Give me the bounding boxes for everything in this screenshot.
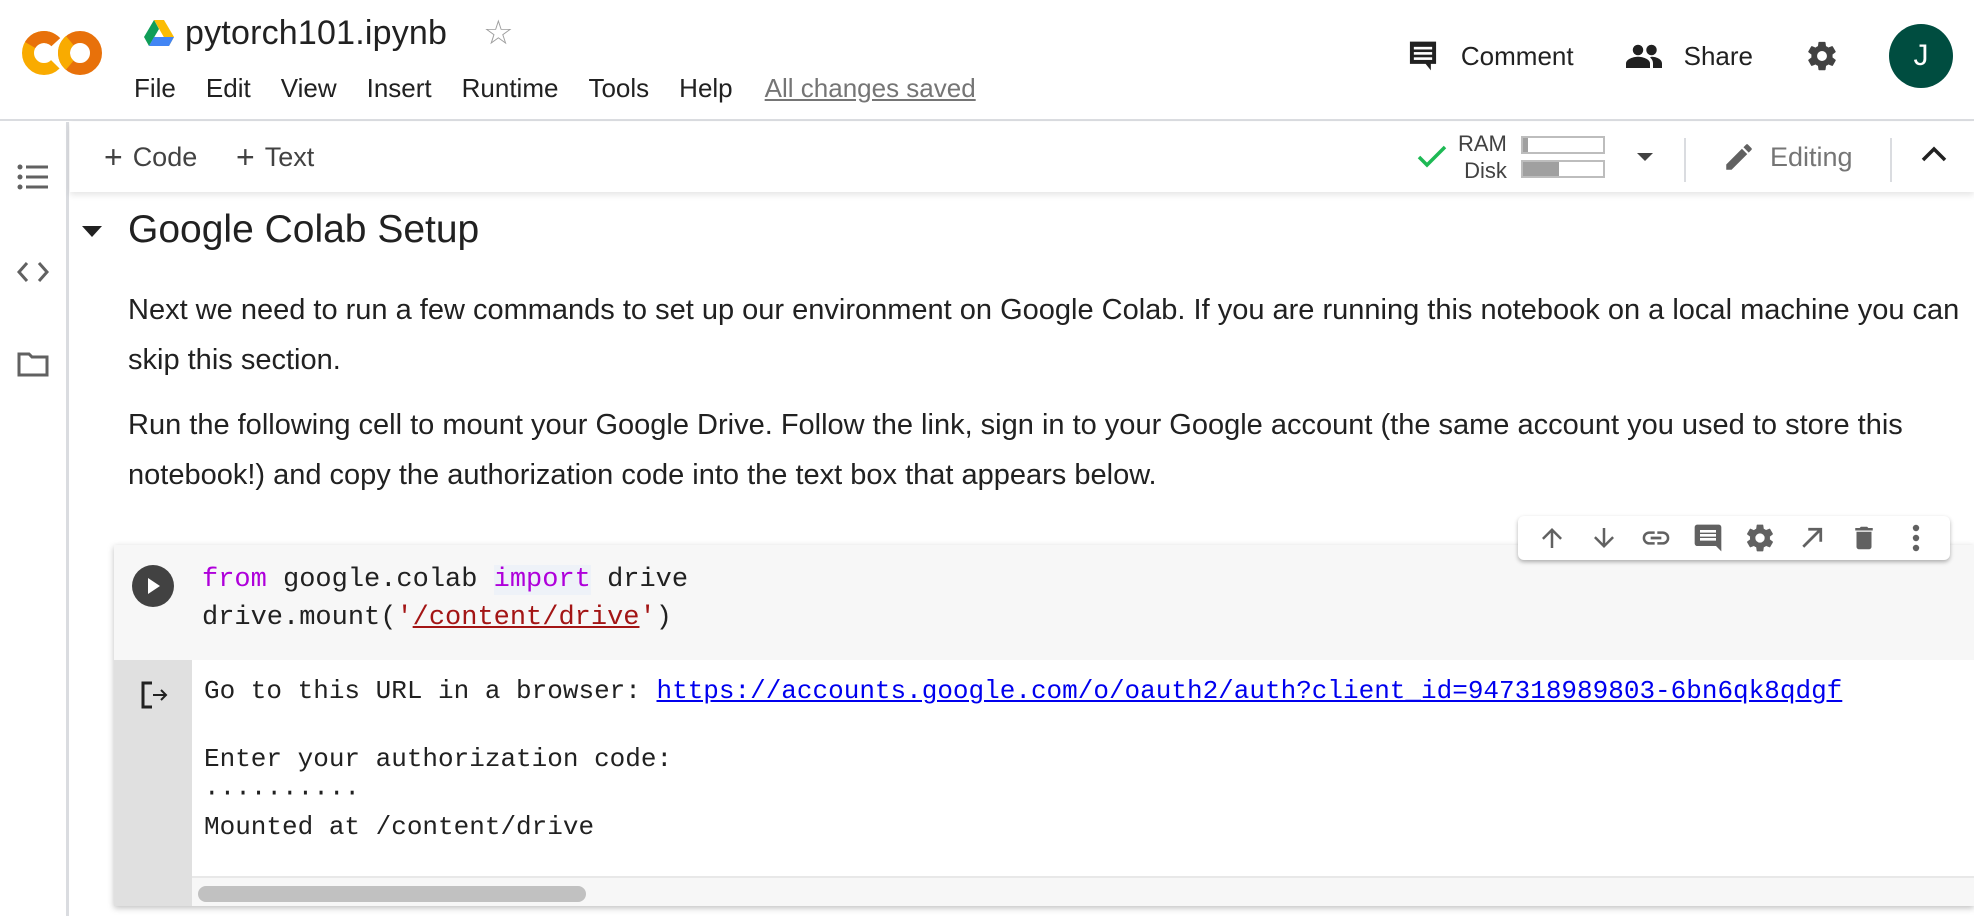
output-result: Mounted at /content/drive xyxy=(204,812,595,842)
menu-edit[interactable]: Edit xyxy=(206,73,251,104)
menu-file[interactable]: File xyxy=(134,73,176,104)
settings-button[interactable] xyxy=(1805,39,1839,73)
code-string-quote: ' xyxy=(396,603,413,633)
editing-mode-button[interactable]: Editing xyxy=(1722,136,1853,178)
move-down-icon[interactable] xyxy=(1585,519,1623,557)
menu-tools[interactable]: Tools xyxy=(588,73,649,104)
chevron-up-icon xyxy=(1921,146,1947,162)
share-button[interactable]: Share xyxy=(1625,40,1753,72)
people-icon xyxy=(1625,44,1662,68)
title-row: pytorch101.ipynb ☆ xyxy=(143,10,514,56)
code-cell[interactable]: from google.colab import drive drive.mou… xyxy=(114,545,1974,906)
output-prompt: Enter your authorization code: xyxy=(204,744,673,774)
header-actions: Comment Share J xyxy=(1407,20,1974,92)
code-text: drive.mount( xyxy=(202,603,397,633)
code-text: drive xyxy=(590,565,689,595)
disk-usage-fill xyxy=(1522,162,1559,176)
code-text: google.colab xyxy=(266,565,494,595)
collapse-section-caret-icon[interactable] xyxy=(82,226,102,237)
text-paragraph: Next we need to run a few commands to se… xyxy=(128,294,1960,376)
code-editor[interactable]: from google.colab import drive drive.mou… xyxy=(202,561,688,637)
code-string: /content/drive xyxy=(412,603,640,633)
add-text-label: Text xyxy=(264,141,315,172)
section-heading: Google Colab Setup xyxy=(128,208,480,251)
save-status-link[interactable]: All changes saved xyxy=(765,73,976,104)
scrollbar-thumb[interactable] xyxy=(198,886,586,902)
cell-output: Go to this URL in a browser: https://acc… xyxy=(192,660,1974,906)
comment-icon xyxy=(1409,41,1436,71)
editing-label: Editing xyxy=(1770,141,1853,172)
plus-icon: + xyxy=(104,138,123,175)
settings-icon[interactable] xyxy=(1741,519,1779,557)
code-string-quote: ' xyxy=(639,603,656,633)
star-icon[interactable]: ☆ xyxy=(483,16,513,50)
colab-logo-icon[interactable] xyxy=(20,28,104,78)
code-keyword: from xyxy=(202,565,267,595)
resource-labels: RAM Disk xyxy=(1458,130,1507,184)
toolbar-divider xyxy=(1684,138,1686,182)
menu-insert[interactable]: Insert xyxy=(367,73,432,104)
play-icon xyxy=(148,578,160,594)
comment-button[interactable]: Comment xyxy=(1407,39,1574,73)
app-header: pytorch101.ipynb ☆ File Edit View Insert… xyxy=(0,0,1974,121)
connected-check-icon xyxy=(1417,145,1447,168)
resources-dropdown-icon[interactable] xyxy=(1636,153,1653,161)
notebook-title[interactable]: pytorch101.ipynb xyxy=(185,14,447,53)
menu-bar: File Edit View Insert Runtime Tools Help… xyxy=(134,68,976,108)
run-cell-button[interactable] xyxy=(132,565,174,607)
open-in-tab-icon[interactable] xyxy=(1793,519,1831,557)
notebook-content: Google Colab Setup Next we need to run a… xyxy=(72,192,1974,916)
add-text-button[interactable]: + Text xyxy=(236,136,314,178)
menu-help[interactable]: Help xyxy=(679,73,732,104)
masked-auth-code: ·········· xyxy=(204,778,361,808)
ram-label: RAM xyxy=(1458,131,1507,156)
move-up-icon[interactable] xyxy=(1533,519,1571,557)
more-options-icon[interactable] xyxy=(1897,519,1935,557)
comment-label: Comment xyxy=(1460,40,1574,71)
ram-usage-bar xyxy=(1520,136,1605,154)
plus-icon: + xyxy=(236,138,255,175)
left-sidebar xyxy=(0,122,69,916)
share-label: Share xyxy=(1683,40,1753,71)
resource-bars xyxy=(1520,134,1605,180)
cell-toolbar xyxy=(1518,516,1950,560)
collapse-header-button[interactable] xyxy=(1920,144,1948,169)
horizontal-scrollbar[interactable] xyxy=(192,876,1974,906)
code-snippets-icon[interactable] xyxy=(16,255,50,289)
comment-icon[interactable] xyxy=(1689,519,1727,557)
toolbar-divider xyxy=(1890,138,1892,182)
notebook-toolbar: + Code + Text RAM Disk Editing xyxy=(70,122,1974,192)
google-drive-icon xyxy=(144,20,174,46)
code-text: ) xyxy=(655,603,672,633)
user-avatar[interactable]: J xyxy=(1889,24,1953,88)
output-icon[interactable] xyxy=(140,680,170,710)
runtime-resources-button[interactable]: RAM Disk xyxy=(1416,130,1653,184)
menu-runtime[interactable]: Runtime xyxy=(462,73,559,104)
table-of-contents-icon[interactable] xyxy=(16,160,50,194)
menu-view[interactable]: View xyxy=(281,73,337,104)
delete-icon[interactable] xyxy=(1845,519,1883,557)
code-keyword: import xyxy=(493,565,591,595)
ram-usage-fill xyxy=(1522,138,1528,152)
output-gutter xyxy=(114,660,192,906)
files-folder-icon[interactable] xyxy=(16,347,50,381)
text-paragraph: Run the following cell to mount your Goo… xyxy=(128,409,1903,491)
link-icon[interactable] xyxy=(1637,519,1675,557)
add-code-button[interactable]: + Code xyxy=(104,136,197,178)
disk-usage-bar xyxy=(1520,160,1605,178)
add-code-label: Code xyxy=(132,141,198,172)
disk-label: Disk xyxy=(1464,158,1507,183)
gear-icon xyxy=(1808,41,1836,71)
pencil-icon xyxy=(1726,144,1752,170)
output-text: Go to this URL in a browser: https://acc… xyxy=(204,674,1842,844)
oauth-url-link[interactable]: https://accounts.google.com/o/oauth2/aut… xyxy=(656,676,1842,706)
output-url-prefix: Go to this URL in a browser: xyxy=(204,676,657,706)
